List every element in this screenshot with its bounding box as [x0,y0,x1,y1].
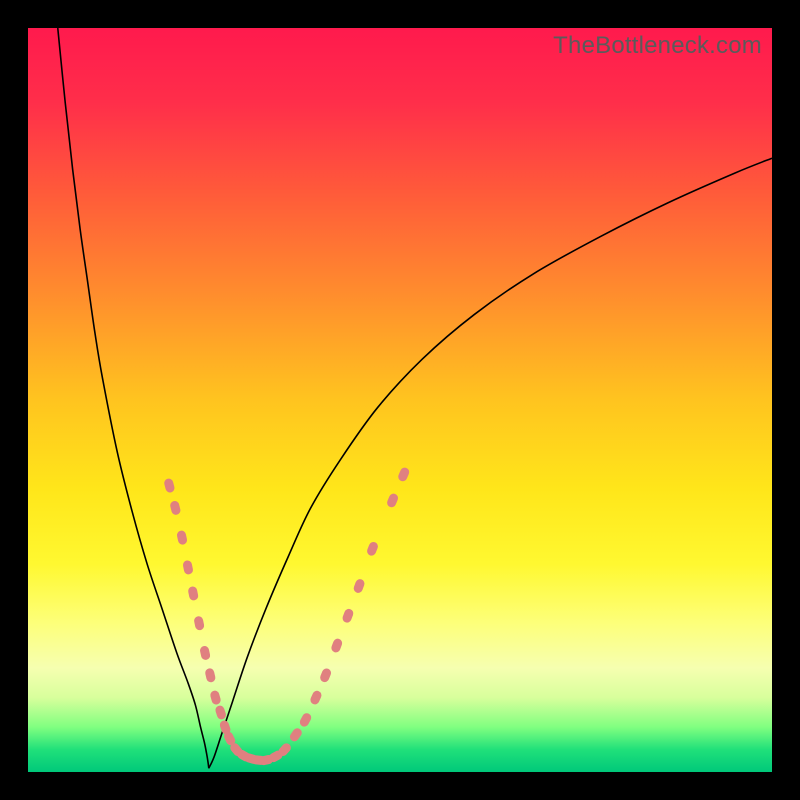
left-curve [58,28,209,768]
marker-bead [187,586,199,601]
marker-bead [176,530,188,546]
marker-bead [199,645,211,661]
marker-bead [204,667,216,683]
marker-bead [397,466,411,482]
marker-bead [366,541,379,557]
marker-bead [352,578,365,594]
marker-bead [298,712,313,729]
marker-bead [330,637,343,653]
marker-bead [288,726,303,743]
chart-container: TheBottleneck.com [0,0,800,800]
marker-bead [341,608,354,624]
marker-bead [309,689,323,705]
marker-bead [209,690,221,706]
marker-bead [193,615,205,630]
marker-bead [163,478,175,494]
curve-canvas [28,28,772,772]
marker-bead [182,560,194,575]
right-curve [209,158,772,768]
marker-bead [214,704,227,720]
marker-bead [169,500,181,516]
plot-area: TheBottleneck.com [28,28,772,772]
marker-bead [386,492,400,508]
marker-bead [319,667,333,683]
marker-group [163,466,410,766]
